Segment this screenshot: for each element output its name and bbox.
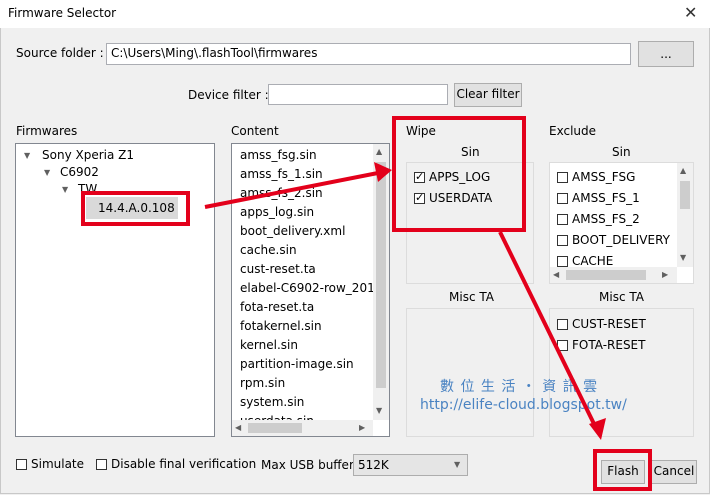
highlight-flash-box — [593, 449, 652, 491]
annotation-arrows — [204, 162, 606, 440]
arrow-line-to-flash — [498, 231, 599, 431]
arrow-line-to-wipe — [204, 170, 384, 209]
checkbox-icon[interactable] — [96, 459, 107, 470]
simulate-checkbox[interactable]: Simulate — [16, 457, 84, 471]
chevron-down-icon[interactable]: ▼ — [454, 460, 460, 469]
disable-verification-checkbox[interactable]: Disable final verification — [96, 457, 256, 471]
usb-buffer-label: Max USB buffer — [261, 458, 354, 472]
usb-buffer-select[interactable]: 512K ▼ — [353, 454, 468, 476]
cancel-button[interactable]: Cancel — [651, 460, 697, 484]
arrow-head-to-wipe — [374, 162, 392, 182]
checkbox-icon[interactable] — [16, 459, 27, 470]
usb-buffer-value: 512K — [358, 458, 389, 472]
